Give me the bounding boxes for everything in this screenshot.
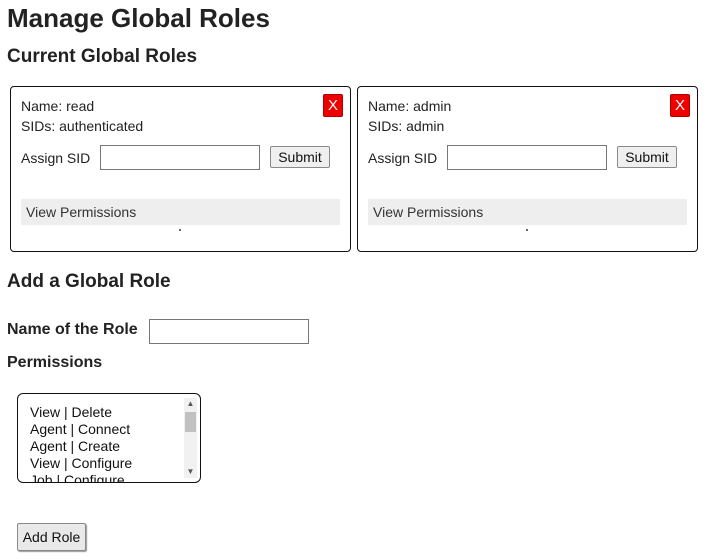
submit-sid-button[interactable]: Submit xyxy=(617,146,677,168)
permissions-listbox[interactable]: View | Delete Agent | Connect Agent | Cr… xyxy=(17,393,201,483)
role-name-input[interactable] xyxy=(149,319,309,344)
permission-option[interactable]: Job | Configure xyxy=(30,472,185,482)
add-role-button[interactable]: Add Role xyxy=(17,523,86,551)
scroll-up-arrow-icon[interactable]: ▲ xyxy=(184,398,197,410)
permission-option[interactable]: View | Delete xyxy=(30,404,185,421)
page-title: Manage Global Roles xyxy=(7,3,270,33)
scroll-thumb[interactable] xyxy=(185,412,196,432)
role-sids-text: SIDs: admin xyxy=(368,118,445,134)
delete-role-button[interactable]: X xyxy=(323,94,343,117)
delete-role-button[interactable]: X xyxy=(670,94,690,117)
assign-sid-label: Assign SID xyxy=(21,150,91,166)
assign-sid-input[interactable] xyxy=(447,145,607,170)
view-permissions-toggle[interactable]: View Permissions xyxy=(21,199,340,225)
view-permissions-toggle[interactable]: View Permissions xyxy=(368,199,687,225)
collapsed-panel-marker xyxy=(179,229,181,231)
permission-option[interactable]: Agent | Create xyxy=(30,438,185,455)
assign-sid-label: Assign SID xyxy=(368,150,438,166)
collapsed-panel-marker xyxy=(526,229,528,231)
listbox-scrollbar[interactable]: ▲ ▼ xyxy=(184,398,197,478)
role-name-text: Name: read xyxy=(21,98,95,114)
role-name-text: Name: admin xyxy=(368,98,452,114)
submit-sid-button[interactable]: Submit xyxy=(270,146,330,168)
role-name-label: Name of the Role xyxy=(7,321,138,338)
permission-option[interactable]: Agent | Connect xyxy=(30,421,185,438)
permissions-options: View | Delete Agent | Connect Agent | Cr… xyxy=(30,404,185,482)
role-card-admin: Name: admin SIDs: admin X Assign SID Sub… xyxy=(357,86,698,252)
add-role-heading: Add a Global Role xyxy=(7,271,171,292)
role-sids-text: SIDs: authenticated xyxy=(21,118,144,134)
assign-sid-input[interactable] xyxy=(100,145,260,170)
current-roles-heading: Current Global Roles xyxy=(7,46,198,67)
scroll-down-arrow-icon[interactable]: ▼ xyxy=(184,466,197,478)
permissions-label: Permissions xyxy=(7,354,103,371)
permission-option[interactable]: View | Configure xyxy=(30,455,185,472)
role-card-read: Name: read SIDs: authenticated X Assign … xyxy=(10,86,351,252)
